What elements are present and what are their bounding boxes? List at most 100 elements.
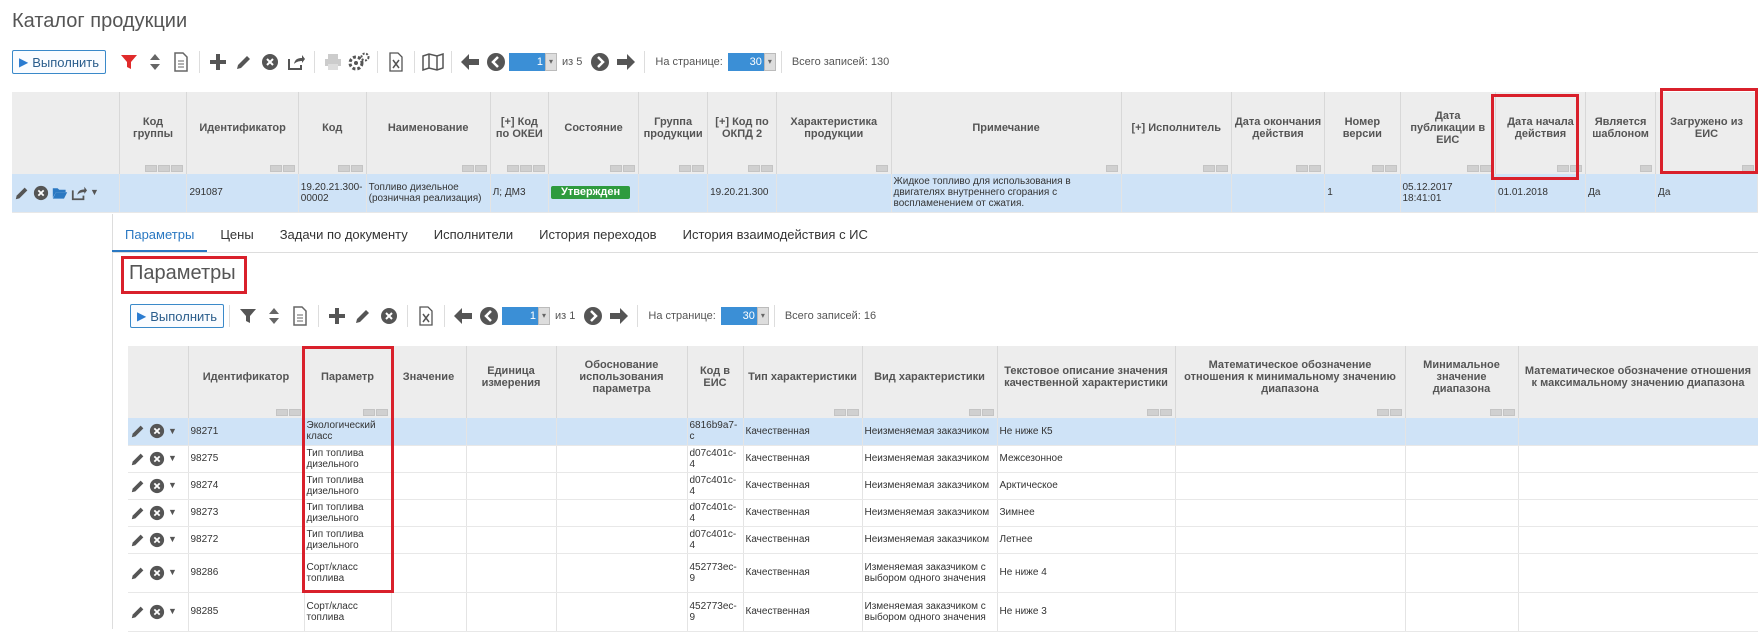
col-value[interactable]: Значение (391, 346, 467, 418)
col-identifier[interactable]: Идентификатор (188, 346, 305, 418)
chevron-down-icon[interactable]: ▼ (168, 480, 177, 491)
sort-controls[interactable] (1466, 165, 1492, 172)
sort-controls[interactable] (1376, 409, 1402, 416)
share-icon[interactable] (71, 185, 87, 201)
edit-icon[interactable] (352, 305, 374, 327)
per-page-dropdown[interactable]: ▾ (763, 53, 776, 71)
col-start-date[interactable]: Дата начала действия (1495, 92, 1587, 174)
delete-icon[interactable] (33, 185, 49, 201)
next-page-icon[interactable] (589, 51, 611, 73)
chevron-down-icon[interactable]: ▼ (168, 426, 177, 437)
col-okpd2[interactable]: [+] Код по ОКПД 2 (707, 92, 777, 174)
table-row[interactable]: ▼ 291087 19.20.21.300-00002 Топливо дизе… (12, 174, 1758, 213)
sort-controls[interactable] (1371, 165, 1397, 172)
tab-is-interaction-history[interactable]: История взаимодействия с ИС (670, 222, 881, 252)
sort-controls[interactable] (507, 165, 546, 172)
edit-icon[interactable] (130, 505, 146, 521)
edit-icon[interactable] (130, 532, 146, 548)
table-row[interactable]: ▼ 98272 Тип топлива дизельного d07c401c-… (128, 526, 1758, 554)
col-identifier[interactable]: Идентификатор (186, 92, 299, 174)
excel-export-icon[interactable] (385, 51, 407, 73)
document-icon[interactable] (289, 305, 311, 327)
table-row[interactable]: ▼ 98273 Тип топлива дизельного d07c401c-… (128, 499, 1758, 527)
filter-icon[interactable] (118, 51, 140, 73)
arrow-right-icon[interactable] (608, 305, 630, 327)
col-note[interactable]: Примечание (891, 92, 1122, 174)
sort-controls[interactable] (875, 165, 888, 172)
edit-icon[interactable] (130, 423, 146, 439)
share-icon[interactable] (285, 51, 307, 73)
edit-icon[interactable] (14, 185, 30, 201)
run-button[interactable]: ▶ Выполнить (12, 50, 106, 74)
sort-controls[interactable] (610, 165, 636, 172)
page-dropdown[interactable]: ▾ (545, 53, 557, 71)
arrow-left-icon[interactable] (452, 305, 474, 327)
delete-icon[interactable] (149, 565, 165, 581)
chevron-down-icon[interactable]: ▼ (168, 534, 177, 545)
per-page-dropdown[interactable]: ▾ (756, 307, 769, 325)
tab-document-tasks[interactable]: Задачи по документу (267, 222, 421, 252)
edit-icon[interactable] (233, 51, 255, 73)
page-number-input[interactable]: 1 (502, 307, 538, 325)
table-row[interactable]: ▼ 98271 Экологический класс 6816b9a7-c К… (128, 418, 1758, 446)
settings-icon[interactable] (348, 51, 370, 73)
chevron-down-icon[interactable]: ▼ (168, 453, 177, 464)
add-icon[interactable] (207, 51, 229, 73)
col-version[interactable]: Номер версии (1324, 92, 1401, 174)
delete-icon[interactable] (149, 532, 165, 548)
sort-controls[interactable] (1742, 165, 1754, 172)
col-code[interactable]: Код (298, 92, 367, 174)
sort-controls[interactable] (145, 165, 184, 172)
sort-controls[interactable] (1489, 409, 1515, 416)
prev-page-icon[interactable] (478, 305, 500, 327)
document-icon[interactable] (170, 51, 192, 73)
col-group-code[interactable]: Код группы (119, 92, 188, 174)
col-pub-date[interactable]: Дата публикации в ЕИС (1400, 92, 1496, 174)
sort-controls[interactable] (1640, 165, 1653, 172)
col-characteristic[interactable]: Характеристика продукции (776, 92, 892, 174)
page-dropdown[interactable]: ▾ (538, 307, 550, 325)
sort-controls[interactable] (748, 165, 773, 172)
tab-executors[interactable]: Исполнители (421, 222, 526, 252)
edit-icon[interactable] (130, 451, 146, 467)
excel-export-icon[interactable] (415, 305, 437, 327)
edit-icon[interactable] (130, 604, 146, 620)
next-page-icon[interactable] (582, 305, 604, 327)
chevron-down-icon[interactable]: ▼ (90, 187, 99, 198)
col-parameter[interactable]: Параметр (304, 346, 392, 418)
sort-controls[interactable] (833, 409, 859, 416)
edit-icon[interactable] (130, 565, 146, 581)
col-basis[interactable]: Обоснование использования параметра (556, 346, 688, 418)
sort-icon[interactable] (263, 305, 285, 327)
chevron-down-icon[interactable]: ▼ (168, 567, 177, 578)
arrow-left-icon[interactable] (459, 51, 481, 73)
sort-controls[interactable] (1202, 165, 1228, 172)
table-row[interactable]: ▼ 98275 Тип топлива дизельного d07c401c-… (128, 445, 1758, 473)
delete-icon[interactable] (149, 604, 165, 620)
col-unit[interactable]: Единица измерения (466, 346, 557, 418)
table-row[interactable]: ▼ 98285 Сорт/класс топлива 452773ec-9 Ка… (128, 592, 1758, 632)
sort-controls[interactable] (679, 165, 705, 172)
chevron-down-icon[interactable]: ▼ (168, 606, 177, 617)
tab-parameters[interactable]: Параметры (112, 222, 208, 252)
col-is-template[interactable]: Является шаблоном (1585, 92, 1657, 174)
tab-prices[interactable]: Цены (207, 222, 266, 252)
page-number-input[interactable]: 1 (509, 53, 545, 71)
table-row[interactable]: ▼ 98274 Тип топлива дизельного d07c401c-… (128, 472, 1758, 500)
sort-controls[interactable] (1146, 409, 1172, 416)
add-icon[interactable] (326, 305, 348, 327)
sort-controls[interactable] (968, 409, 994, 416)
sort-icon[interactable] (144, 51, 166, 73)
col-okei[interactable]: [+] Код по ОКЕИ (490, 92, 550, 174)
col-math-max[interactable]: Математическое обозначение отношения к м… (1518, 346, 1758, 418)
col-char-type[interactable]: Тип характеристики (743, 346, 863, 418)
edit-icon[interactable] (130, 478, 146, 494)
print-icon[interactable] (322, 51, 344, 73)
delete-icon[interactable] (149, 423, 165, 439)
col-state[interactable]: Состояние (548, 92, 640, 174)
map-icon[interactable] (422, 51, 444, 73)
col-loaded-from-eis[interactable]: Загружено из ЕИС (1655, 92, 1758, 174)
per-page-input[interactable]: 30 (727, 53, 764, 71)
delete-icon[interactable] (259, 51, 281, 73)
per-page-input[interactable]: 30 (720, 307, 757, 325)
